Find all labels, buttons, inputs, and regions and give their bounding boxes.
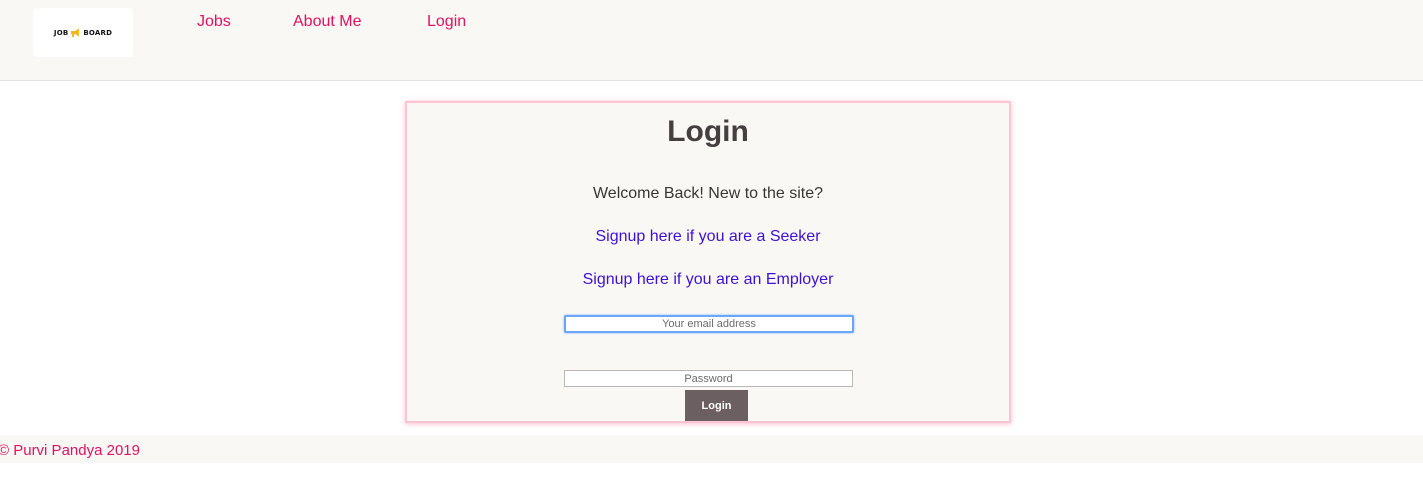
copyright-text: © Purvi Pandya 2019: [0, 442, 140, 459]
logo-wordmark: JOB BOARD: [54, 28, 112, 37]
nav-link-login[interactable]: Login: [427, 13, 466, 31]
megaphone-icon: [71, 28, 80, 37]
nav-link-jobs[interactable]: Jobs: [197, 13, 231, 31]
signup-employer-link[interactable]: Signup here if you are an Employer: [407, 271, 1009, 289]
nav-link-about-me[interactable]: About Me: [293, 13, 361, 31]
footer: © Purvi Pandya 2019: [0, 435, 1423, 463]
login-card: Login Welcome Back! New to the site? Sig…: [405, 101, 1011, 423]
login-title: Login: [667, 115, 749, 148]
logo-text-left: JOB: [53, 28, 69, 37]
signup-seeker-link[interactable]: Signup here if you are a Seeker: [407, 228, 1009, 246]
top-navbar: JOB BOARD Jobs About Me Login: [0, 0, 1423, 81]
email-field[interactable]: [564, 315, 854, 333]
password-field[interactable]: [564, 370, 853, 387]
logo-text-right: BOARD: [83, 28, 113, 37]
login-submit-button[interactable]: Login: [685, 390, 748, 421]
welcome-text: Welcome Back! New to the site?: [592, 185, 824, 202]
site-logo[interactable]: JOB BOARD: [33, 8, 133, 57]
